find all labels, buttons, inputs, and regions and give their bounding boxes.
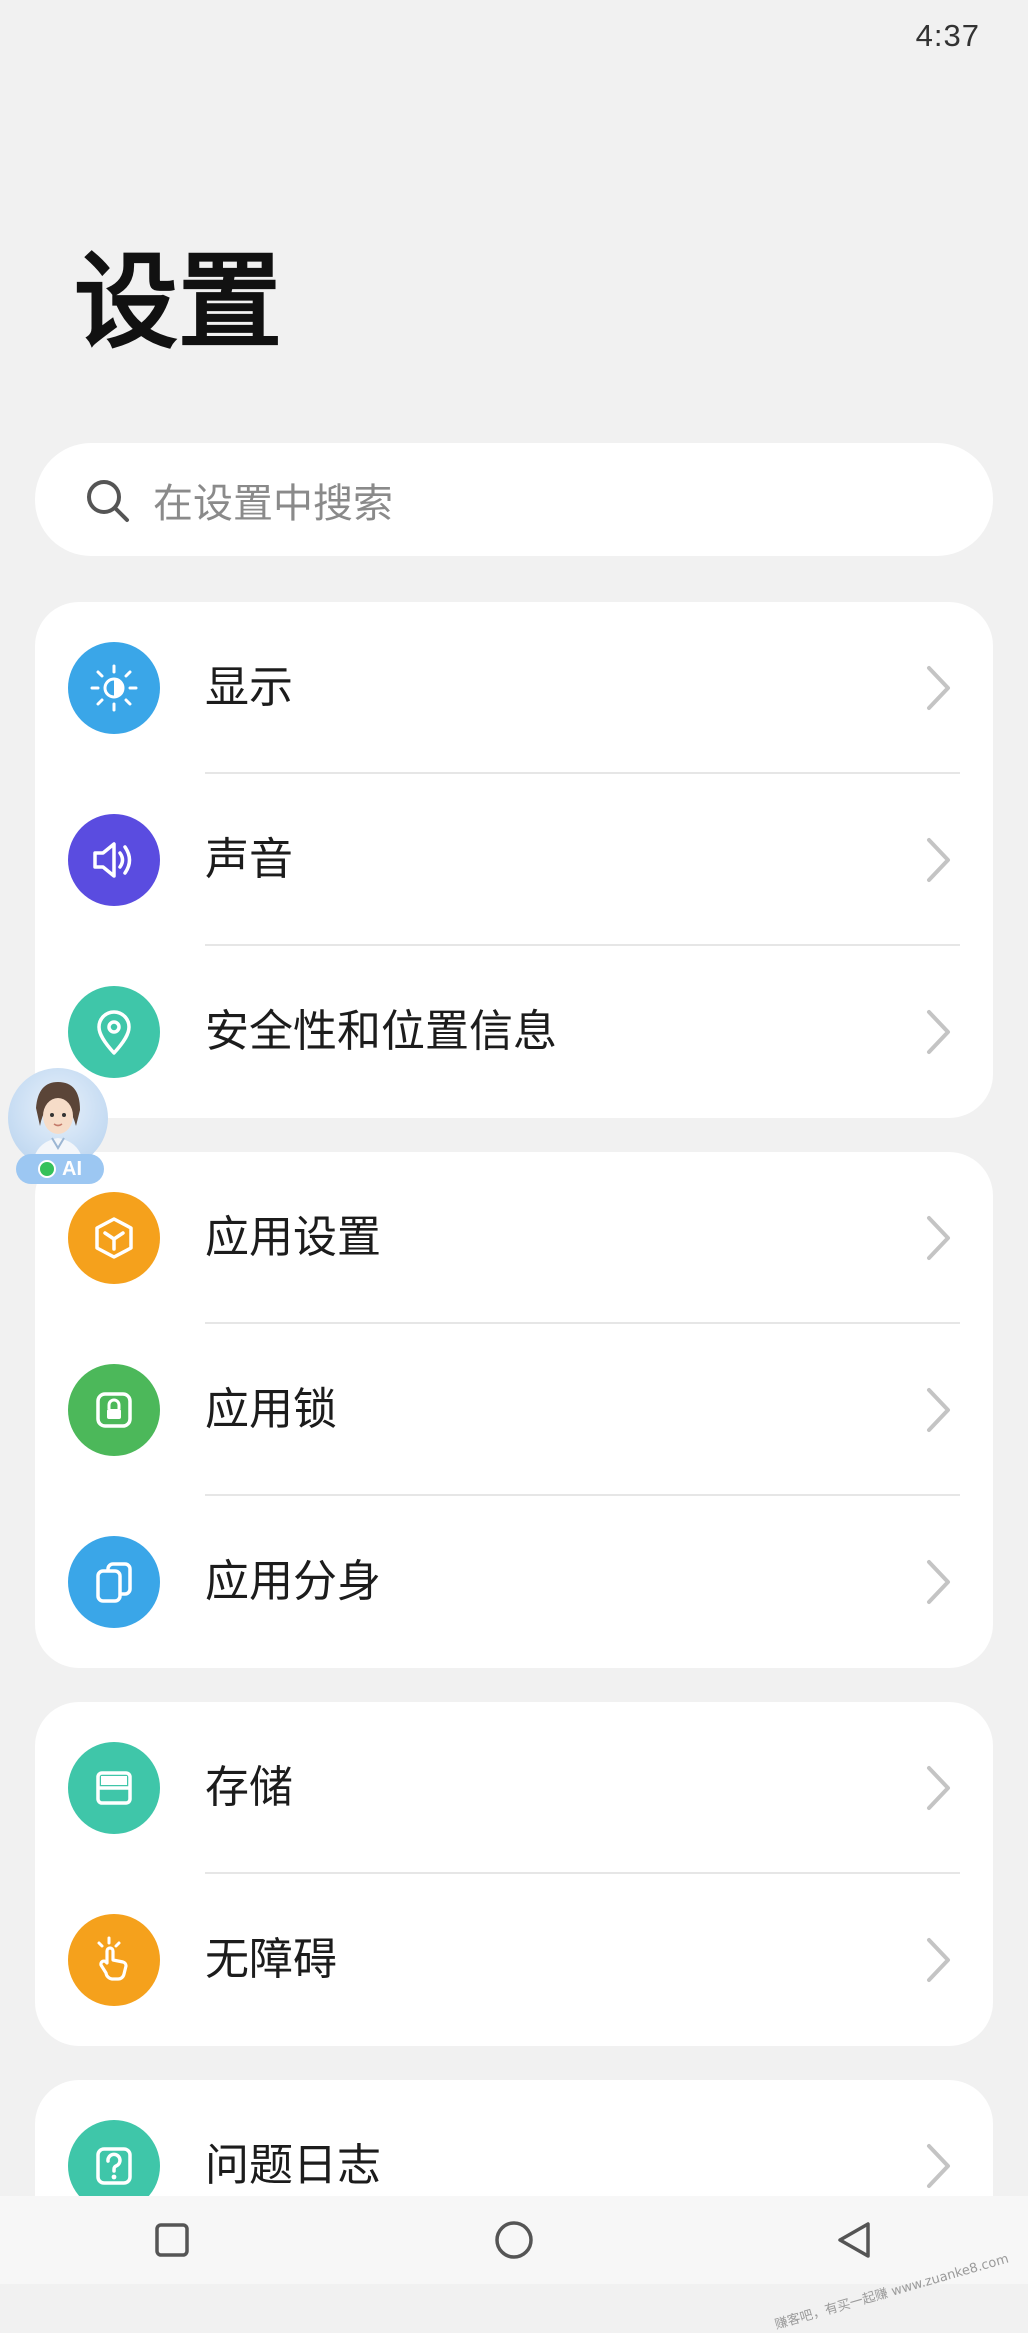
settings-group-apps: 应用设置 应用锁 应用分身 xyxy=(35,1152,993,1668)
search-placeholder: 在设置中搜索 xyxy=(153,480,393,527)
search-icon xyxy=(81,474,133,526)
assistant-avatar-icon xyxy=(8,1068,108,1168)
chevron-right-icon xyxy=(913,2141,963,2191)
settings-item-app-clone[interactable]: 应用分身 xyxy=(35,1496,993,1668)
settings-item-label: 存储 xyxy=(205,1762,293,1813)
ai-assistant-button[interactable]: AI xyxy=(4,1068,112,1186)
status-dot-icon xyxy=(38,1160,56,1178)
settings-item-label: 应用锁 xyxy=(205,1384,337,1435)
hand-touch-icon xyxy=(68,1914,160,2006)
chevron-right-icon xyxy=(913,1763,963,1813)
cube-icon xyxy=(68,1192,160,1284)
watermark: 赚客吧，有买一起赚 www.zuanke8.com xyxy=(772,2251,1010,2333)
system-nav-bar: 赚客吧，有买一起赚 www.zuanke8.com xyxy=(0,2196,1028,2333)
brightness-icon xyxy=(68,642,160,734)
storage-icon xyxy=(68,1742,160,1834)
settings-item-label: 声音 xyxy=(205,834,293,885)
circle-icon[interactable] xyxy=(490,2216,538,2264)
triangle-back-icon[interactable] xyxy=(830,2216,878,2264)
settings-item-label: 无障碍 xyxy=(205,1934,337,1985)
settings-item-storage[interactable]: 存储 xyxy=(35,1702,993,1874)
chevron-right-icon xyxy=(913,835,963,885)
settings-item-label: 应用设置 xyxy=(205,1212,381,1263)
square-icon[interactable] xyxy=(148,2216,196,2264)
settings-item-sound[interactable]: 声音 xyxy=(35,774,993,946)
chevron-right-icon xyxy=(913,1213,963,1263)
chevron-right-icon xyxy=(913,1385,963,1435)
search-input[interactable]: 在设置中搜索 xyxy=(35,443,993,556)
ai-badge-label: AI xyxy=(62,1157,82,1180)
speaker-icon xyxy=(68,814,160,906)
chevron-right-icon xyxy=(913,1935,963,1985)
chevron-right-icon xyxy=(913,663,963,713)
settings-item-display[interactable]: 显示 xyxy=(35,602,993,774)
lock-icon xyxy=(68,1364,160,1456)
chevron-right-icon xyxy=(913,1557,963,1607)
settings-item-label: 应用分身 xyxy=(205,1556,381,1607)
settings-item-label: 显示 xyxy=(205,662,293,713)
settings-item-accessibility[interactable]: 无障碍 xyxy=(35,1874,993,2046)
settings-item-security-location[interactable]: 安全性和位置信息 xyxy=(35,946,993,1118)
location-icon xyxy=(68,986,160,1078)
ai-badge: AI xyxy=(16,1154,104,1184)
chevron-right-icon xyxy=(913,1007,963,1057)
settings-item-app-lock[interactable]: 应用锁 xyxy=(35,1324,993,1496)
page-title: 设置 xyxy=(74,241,283,363)
settings-item-label: 安全性和位置信息 xyxy=(205,1006,557,1057)
settings-group-storage: 存储 无障碍 xyxy=(35,1702,993,2046)
settings-item-app-settings[interactable]: 应用设置 xyxy=(35,1152,993,1324)
status-time: 4:37 xyxy=(915,18,980,53)
settings-group-display: 显示 声音 安全性和位置信息 xyxy=(35,602,993,1118)
clone-icon xyxy=(68,1536,160,1628)
